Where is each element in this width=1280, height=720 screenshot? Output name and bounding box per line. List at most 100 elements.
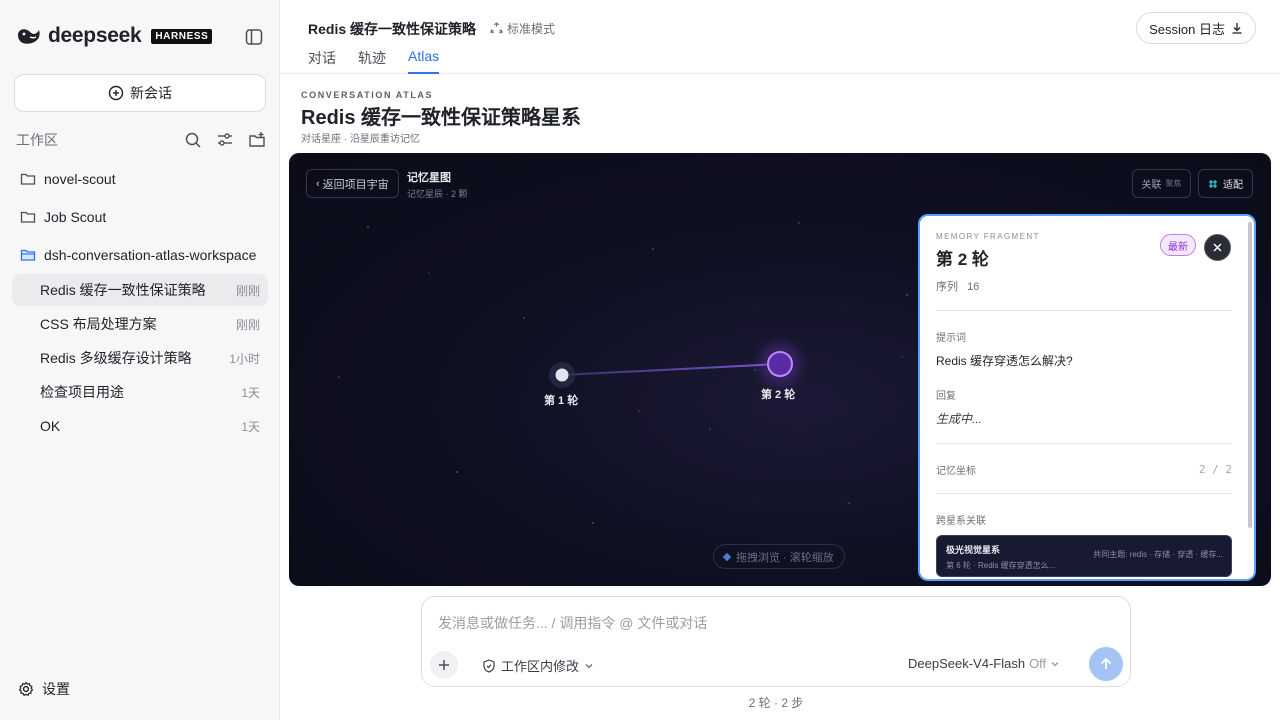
atlas-title: Redis 缓存一致性保证策略星系: [301, 107, 582, 129]
session-log-label: Session 日志: [1149, 21, 1225, 37]
permission-select[interactable]: 工作区内修改: [482, 656, 594, 675]
map-title: 记忆星图: [407, 172, 451, 184]
brand-name: deepseek: [48, 24, 142, 47]
new-chat-label: 新会话: [130, 85, 172, 101]
conversation-item-active[interactable]: Redis 缓存一致性保证策略 刚刚: [12, 274, 268, 306]
folder-novel-scout[interactable]: novel-scout: [12, 163, 268, 195]
related-galaxy-card[interactable]: 极光视觉星系 第 6 轮 · Redis 缓存穿透怎么... 共同主题: red…: [936, 535, 1232, 577]
folder-icon: [20, 209, 36, 225]
tab-atlas[interactable]: Atlas: [408, 48, 440, 74]
shield-edit-icon: [482, 658, 496, 673]
hash-icon: [1208, 179, 1218, 189]
message-composer: 发消息或做任务... / 调用指令 @ 文件或对话 工作区内修改 DeepSee…: [421, 596, 1131, 687]
coordinate-value: 2 / 2: [1198, 463, 1232, 476]
conversation-time: 刚刚: [235, 283, 260, 298]
folder-label: dsh-conversation-atlas-workspace: [44, 247, 257, 263]
conversation-time: 刚刚: [235, 317, 260, 332]
thinking-state: Off: [1029, 656, 1047, 671]
divider: [936, 310, 1232, 311]
node-label-round-2: 第 2 轮: [761, 389, 796, 401]
map-subtitle: 记忆星辰 · 2 颗: [407, 189, 468, 199]
search-icon[interactable]: [184, 131, 202, 149]
conversation-title: Redis 缓存一致性保证策略: [40, 282, 206, 298]
chevron-left-icon: ‹: [316, 177, 320, 190]
conversation-item[interactable]: Redis 多级缓存设计策略 1小时: [12, 342, 268, 374]
diamond-icon: [722, 552, 732, 561]
galaxy-subtitle: 第 6 轮 · Redis 缓存穿透怎么...: [946, 561, 1056, 570]
conversation-stats: 2 轮 · 2 步: [748, 696, 804, 710]
atlas-subtitle: 对话星座 · 沿星辰重访记忆: [301, 134, 420, 145]
navigation-hint: 拖拽浏览 · 滚轮缩放: [713, 544, 845, 569]
mode-label: 标准模式: [507, 22, 556, 36]
conversation-time: 1小时: [229, 351, 260, 366]
back-to-universe-button[interactable]: ‹ 返回项目宇宙: [306, 169, 399, 198]
node-round-1[interactable]: [555, 368, 569, 382]
panel-scrollbar[interactable]: [1248, 222, 1252, 528]
workspace-header: 工作区: [16, 130, 266, 150]
conversation-heading: Redis 缓存一致性保证策略: [308, 21, 477, 37]
cross-galaxy-label: 跨星系关联: [936, 516, 986, 527]
whale-logo-icon: [16, 25, 42, 47]
node-label-round-1: 第 1 轮: [544, 395, 579, 407]
folder-icon: [20, 171, 36, 187]
sequence-value: 16: [967, 281, 980, 293]
tab-conversation[interactable]: 对话: [308, 48, 336, 74]
new-chat-button[interactable]: 新会话: [14, 74, 266, 112]
sidebar-toggle-icon[interactable]: [244, 27, 264, 47]
message-input[interactable]: 发消息或做任务... / 调用指令 @ 文件或对话: [438, 613, 707, 633]
tab-trajectory[interactable]: 轨迹: [358, 48, 386, 74]
folder-dsh-conversation-atlas[interactable]: dsh-conversation-atlas-workspace: [12, 239, 268, 271]
conversation-title: OK: [40, 418, 61, 434]
prompt-text: Redis 缓存穿透怎么解决?: [936, 354, 1073, 368]
send-button[interactable]: [1089, 647, 1123, 681]
conversation-title: CSS 布局处理方案: [40, 316, 157, 332]
coordinate-label: 记忆坐标: [936, 466, 976, 477]
chevron-down-icon: [1050, 659, 1060, 669]
attach-button[interactable]: [430, 651, 458, 679]
brand-logo[interactable]: deepseek HARNESS: [16, 24, 213, 48]
fragment-kicker: MEMORY FRAGMENT: [936, 232, 1040, 241]
conversation-item[interactable]: OK 1天: [12, 410, 268, 442]
sequence-label: 序列: [936, 281, 958, 293]
top-bar: Redis 缓存一致性保证策略 标准模式 对话 轨迹 Atlas Session…: [280, 0, 1280, 74]
filter-sliders-icon[interactable]: [216, 131, 234, 149]
model-select[interactable]: DeepSeek-V4-Flash Off: [908, 656, 1060, 671]
fit-label: 适配: [1223, 180, 1243, 191]
divider: [936, 443, 1232, 444]
atlas-kicker: CONVERSATION ATLAS: [301, 90, 434, 100]
plus-circle-icon: [108, 85, 124, 101]
link-sub-label: 聚焦: [1165, 179, 1182, 188]
conversation-title: Redis 多级缓存设计策略: [40, 350, 192, 366]
link-focus-button[interactable]: 关联 聚焦: [1132, 169, 1191, 198]
fit-view-button[interactable]: 适配: [1198, 169, 1253, 198]
workspace-label: 工作区: [16, 132, 58, 148]
galaxy-topics: 共同主题: redis · 存储 · 穿透 · 缓存...: [1093, 550, 1223, 559]
hint-label: 拖拽浏览 · 滚轮缩放: [736, 551, 834, 564]
conversation-title: 检查项目用途: [40, 384, 124, 400]
conversation-item[interactable]: CSS 布局处理方案 刚刚: [12, 308, 268, 340]
node-round-2[interactable]: [767, 351, 793, 377]
session-log-button[interactable]: Session 日志: [1136, 12, 1256, 44]
prompt-label: 提示词: [936, 333, 966, 344]
arrow-up-icon: [1099, 657, 1113, 671]
view-tabs: 对话 轨迹 Atlas: [308, 48, 440, 74]
recycle-icon: [490, 22, 503, 35]
folder-open-icon: [20, 247, 36, 263]
sidebar: deepseek HARNESS 新会话 工作区 novel-scout Job…: [0, 0, 280, 720]
link-label: 关联: [1141, 180, 1162, 191]
memory-fragment-panel: 最新 MEMORY FRAGMENT 第 2 轮 序列 16 提示词 Redis…: [918, 214, 1256, 581]
reply-label: 回复: [936, 391, 956, 402]
download-icon: [1231, 22, 1243, 34]
plus-icon: [438, 659, 450, 671]
model-name: DeepSeek-V4-Flash: [908, 656, 1026, 671]
folder-label: Job Scout: [44, 209, 107, 225]
reply-text: 生成中...: [936, 412, 983, 426]
mode-indicator[interactable]: 标准模式: [490, 20, 555, 37]
chevron-down-icon: [584, 661, 594, 671]
conversation-time: 1天: [241, 419, 260, 434]
folder-job-scout[interactable]: Job Scout: [12, 201, 268, 233]
new-folder-icon[interactable]: [248, 131, 266, 149]
back-label: 返回项目宇宙: [322, 178, 389, 191]
sequence-row: 序列 16: [936, 278, 1232, 294]
conversation-item[interactable]: 检查项目用途 1天: [12, 376, 268, 408]
